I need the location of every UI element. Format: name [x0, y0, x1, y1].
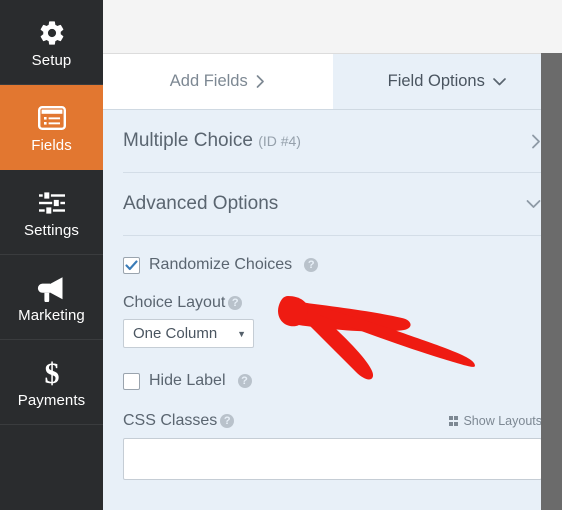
tab-field-options-label: Field Options — [387, 72, 485, 90]
css-classes-label: CSS Classes — [123, 412, 218, 429]
sidebar-item-settings[interactable]: Settings — [0, 170, 103, 255]
builder-right-pane: Add Fields Field Options Multiple Choice… — [103, 0, 562, 510]
grid-icon — [448, 416, 459, 426]
hide-label-label: Hide Label — [149, 372, 226, 389]
field-title: Multiple Choice (ID #4) — [123, 130, 301, 152]
sidebar-item-label: Marketing — [18, 307, 85, 324]
advanced-options-row[interactable]: Advanced Options — [123, 173, 542, 236]
field-header-row[interactable]: Multiple Choice (ID #4) — [123, 110, 542, 173]
choice-layout-label: Choice Layout — [123, 294, 226, 311]
chevron-down-icon[interactable] — [525, 198, 542, 210]
show-layouts-button[interactable]: Show Layouts — [448, 414, 542, 428]
check-icon — [125, 259, 138, 270]
gear-icon — [38, 16, 66, 50]
sidebar-item-payments[interactable]: $ Payments — [0, 340, 103, 425]
top-toolbar-strip — [103, 0, 562, 54]
css-classes-header: CSS Classes ? Show Layouts — [123, 412, 542, 430]
randomize-choices-checkbox[interactable] — [123, 256, 140, 274]
tab-add-fields-label: Add Fields — [169, 72, 248, 90]
choice-layout-select[interactable]: One Column ▼ — [123, 319, 254, 348]
sidebar-item-setup[interactable]: Setup — [0, 0, 103, 85]
sidebar-item-marketing[interactable]: Marketing — [0, 255, 103, 340]
tab-field-options[interactable]: Field Options — [332, 54, 562, 109]
hide-label-checkbox[interactable] — [123, 372, 140, 390]
choice-layout-value: One Column — [133, 325, 218, 342]
form-builder-window: Setup Fields Settings Marketing $ Paymen… — [0, 0, 562, 510]
vertical-scrollbar[interactable] — [541, 53, 562, 510]
field-options-panel: Multiple Choice (ID #4) Advanced Options — [103, 110, 562, 510]
help-icon[interactable]: ? — [237, 374, 252, 388]
megaphone-icon — [36, 271, 68, 305]
sliders-icon — [37, 186, 67, 220]
help-icon[interactable]: ? — [220, 414, 235, 428]
show-layouts-label: Show Layouts — [463, 414, 542, 428]
choice-layout-label-row: Choice Layout ? — [123, 294, 542, 312]
field-id-tag: (ID #4) — [258, 133, 301, 149]
advanced-options-body: Randomize Choices ? Choice Layout ? One … — [123, 236, 542, 480]
randomize-choices-label: Randomize Choices — [149, 256, 293, 273]
sidebar-item-label: Setup — [31, 52, 72, 69]
sidebar-item-label: Payments — [17, 392, 86, 409]
dollar-icon: $ — [39, 356, 65, 390]
randomize-choices-row[interactable]: Randomize Choices ? — [123, 250, 542, 280]
hide-label-row[interactable]: Hide Label ? — [123, 366, 542, 396]
advanced-options-title: Advanced Options — [123, 193, 279, 214]
tab-add-fields[interactable]: Add Fields — [103, 54, 333, 109]
css-classes-label-row: CSS Classes ? — [123, 412, 235, 430]
field-title-text: Multiple Choice — [123, 130, 253, 151]
chevron-down-icon — [492, 76, 507, 87]
sidebar: Setup Fields Settings Marketing $ Paymen… — [0, 0, 103, 510]
sidebar-item-fields[interactable]: Fields — [0, 85, 103, 170]
help-icon[interactable]: ? — [228, 296, 243, 310]
svg-text:$: $ — [44, 358, 59, 388]
list-icon — [37, 101, 66, 135]
chevron-right-icon — [255, 74, 266, 89]
help-icon[interactable]: ? — [304, 258, 319, 272]
css-classes-input[interactable] — [123, 438, 542, 480]
caret-down-icon: ▼ — [237, 328, 246, 339]
sidebar-item-label: Settings — [24, 222, 79, 239]
sidebar-item-label: Fields — [31, 137, 72, 154]
builder-tabs: Add Fields Field Options — [103, 54, 562, 110]
